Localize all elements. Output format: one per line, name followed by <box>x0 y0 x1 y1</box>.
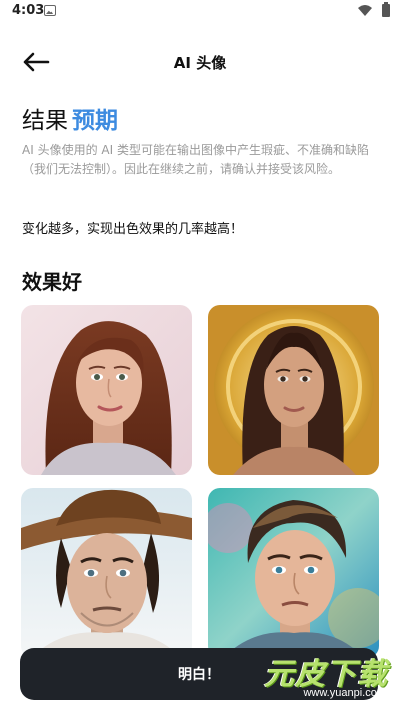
example-avatar-image <box>208 488 379 658</box>
top-app-bar: AI 头像 <box>0 42 400 82</box>
result-headline: 结果 预期 <box>22 101 118 135</box>
headline-accent: 预期 <box>72 108 118 134</box>
confirm-button-label: 明白！ <box>178 667 220 683</box>
status-bar: 4:03 <box>0 0 400 22</box>
battery-icon <box>382 2 390 17</box>
example-avatar-image <box>208 305 379 475</box>
section-title: 效果好 <box>22 270 82 294</box>
wifi-icon <box>358 5 372 20</box>
page-title: AI 头像 <box>173 54 227 72</box>
confirm-button[interactable]: 明白！ <box>20 648 378 700</box>
example-avatar-image <box>21 305 192 475</box>
headline-prefix: 结果 <box>22 108 68 134</box>
disclaimer-text: AI 头像使用的 AI 类型可能在输出图像中产生瑕疵、不准确和缺陷（我们无法控制… <box>22 143 369 176</box>
status-time: 4:03 <box>12 3 45 18</box>
example-avatar-image <box>21 488 192 658</box>
screen: 4:03 AI 头像 结果 预期 AI 头像使用的 AI 类型可能在输出图像中产生… <box>0 0 400 711</box>
variation-tip: 变化越多，实现出色效果的几率越高！ <box>22 222 244 237</box>
image-notification-icon <box>44 5 56 16</box>
